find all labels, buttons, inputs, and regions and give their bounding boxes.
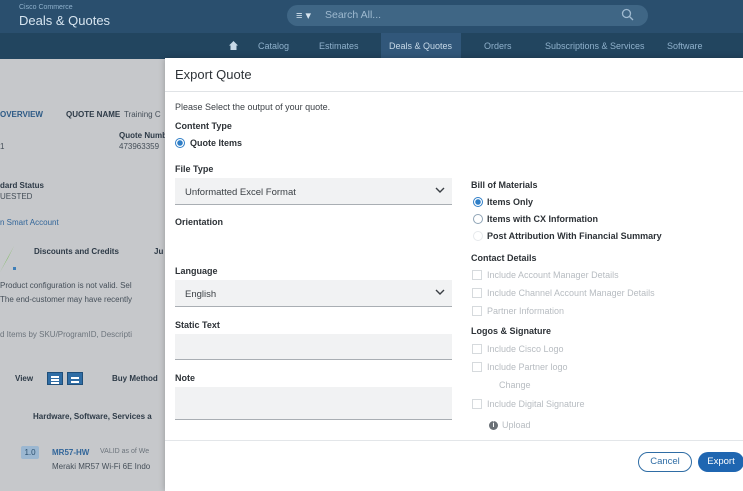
home-icon[interactable] — [228, 40, 239, 51]
nav-catalog[interactable]: Catalog — [250, 33, 297, 59]
digital-signature-label[interactable]: Include Digital Signature — [487, 399, 585, 409]
brand-parent: Cisco Commerce — [19, 4, 73, 11]
nav-software[interactable]: Software — [659, 33, 711, 59]
main-nav: Catalog Estimates Deals & Quotes Orders … — [0, 33, 743, 59]
search-icon[interactable] — [621, 8, 634, 21]
left-value: 1 — [0, 142, 5, 151]
chevron-down-icon — [435, 289, 445, 295]
row-sku-link[interactable]: MR57-HW — [52, 448, 89, 457]
items-only-label[interactable]: Items Only — [487, 197, 533, 207]
upload-link[interactable]: Upload — [502, 420, 531, 430]
post-attribution-label[interactable]: Post Attribution With Financial Summary — [487, 231, 662, 241]
global-search[interactable]: ≡ ▾ Search All... — [287, 5, 648, 26]
post-attribution-radio[interactable] — [473, 231, 483, 241]
search-scope-menu[interactable]: ≡ ▾ — [296, 9, 311, 22]
nav-subscriptions[interactable]: Subscriptions & Services — [537, 33, 653, 59]
tab-discounts-credits[interactable]: Discounts and Credits — [34, 247, 119, 256]
logos-signature-label: Logos & Signature — [471, 326, 552, 336]
cancel-button[interactable]: Cancel — [638, 452, 692, 472]
partner-info-label[interactable]: Partner Information — [487, 306, 564, 316]
quote-name-label: QUOTE NAME — [66, 110, 121, 119]
quote-number-value: 473963359 — [119, 142, 160, 151]
modal-title: Export Quote — [175, 67, 252, 82]
account-manager-checkbox[interactable] — [472, 270, 482, 280]
app-title[interactable]: Deals & Quotes — [19, 13, 110, 28]
items-cx-label[interactable]: Items with CX Information — [487, 214, 598, 224]
digital-signature-checkbox[interactable] — [472, 399, 482, 409]
static-text-label: Static Text — [175, 320, 220, 330]
channel-manager-checkbox[interactable] — [472, 288, 482, 298]
file-type-select[interactable]: Unformatted Excel Format — [175, 178, 452, 205]
file-type-value: Unformatted Excel Format — [185, 187, 296, 198]
quote-items-label[interactable]: Quote Items — [190, 138, 242, 148]
line-number: 1.0 — [21, 446, 39, 459]
nav-deals-quotes[interactable]: Deals & Quotes — [381, 33, 461, 59]
channel-manager-label[interactable]: Include Channel Account Manager Details — [487, 288, 655, 298]
account-manager-label[interactable]: Include Account Manager Details — [487, 270, 619, 280]
items-only-radio[interactable] — [473, 197, 483, 207]
modal-header: Export Quote — [165, 58, 743, 92]
partner-logo-label[interactable]: Include Partner logo — [487, 362, 568, 372]
partner-logo-checkbox[interactable] — [472, 362, 482, 372]
modal-intro: Please Select the output of your quote. — [175, 102, 331, 112]
list-view-button[interactable] — [47, 372, 63, 385]
overview-link[interactable]: OVERVIEW — [0, 110, 43, 119]
quote-name-value: Training C — [124, 110, 161, 119]
note-label: Note — [175, 373, 195, 383]
nav-orders[interactable]: Orders — [476, 33, 520, 59]
app-header: Cisco Commerce Deals & Quotes ≡ ▾ Search… — [0, 0, 743, 33]
export-button[interactable]: Export — [698, 452, 743, 472]
chevron-down-icon — [435, 187, 445, 193]
section-header[interactable]: Hardware, Software, Services a — [33, 412, 152, 421]
validation-message-2: The end-customer may have recently — [0, 295, 133, 304]
orientation-label: Orientation — [175, 217, 224, 227]
quote-number-label: Quote Numb — [119, 131, 167, 140]
change-logo-link[interactable]: Change — [499, 380, 531, 390]
row-valid-status: VALID as of We — [100, 448, 150, 455]
tab-partial[interactable]: Ju — [154, 247, 163, 256]
note-textarea[interactable] — [175, 387, 452, 420]
static-text-input[interactable] — [175, 334, 452, 360]
info-icon: i — [489, 421, 498, 430]
quote-items-radio[interactable] — [175, 138, 185, 148]
language-label: Language — [175, 266, 218, 276]
partner-info-checkbox[interactable] — [472, 306, 482, 316]
language-select[interactable]: English — [175, 280, 452, 307]
language-value: English — [185, 289, 217, 300]
content-type-label: Content Type — [175, 121, 232, 131]
status-value: UESTED — [0, 192, 33, 201]
row-description: Meraki MR57 Wi-Fi 6E Indo — [52, 462, 151, 471]
grid-view-button[interactable] — [67, 372, 83, 385]
tab-indicator — [13, 267, 16, 270]
file-type-label: File Type — [175, 164, 214, 174]
export-quote-modal: Export Quote Please Select the output of… — [165, 58, 743, 491]
status-label: dard Status — [0, 181, 45, 190]
item-filter-input[interactable]: d Items by SKU/ProgramID, Descripti — [0, 330, 132, 339]
cisco-logo-checkbox[interactable] — [472, 344, 482, 354]
validation-message: Product configuration is not valid. Sel — [0, 281, 132, 290]
bom-label: Bill of Materials — [471, 180, 538, 190]
items-cx-radio[interactable] — [473, 214, 483, 224]
modal-footer-divider — [165, 440, 743, 441]
buy-method-label: Buy Method — [112, 374, 158, 383]
view-label: View — [15, 374, 34, 383]
search-input[interactable]: Search All... — [325, 9, 381, 21]
smart-account-link[interactable]: n Smart Account — [0, 218, 59, 227]
nav-estimates[interactable]: Estimates — [311, 33, 367, 59]
cisco-logo-label[interactable]: Include Cisco Logo — [487, 344, 564, 354]
contact-details-label: Contact Details — [471, 253, 537, 263]
